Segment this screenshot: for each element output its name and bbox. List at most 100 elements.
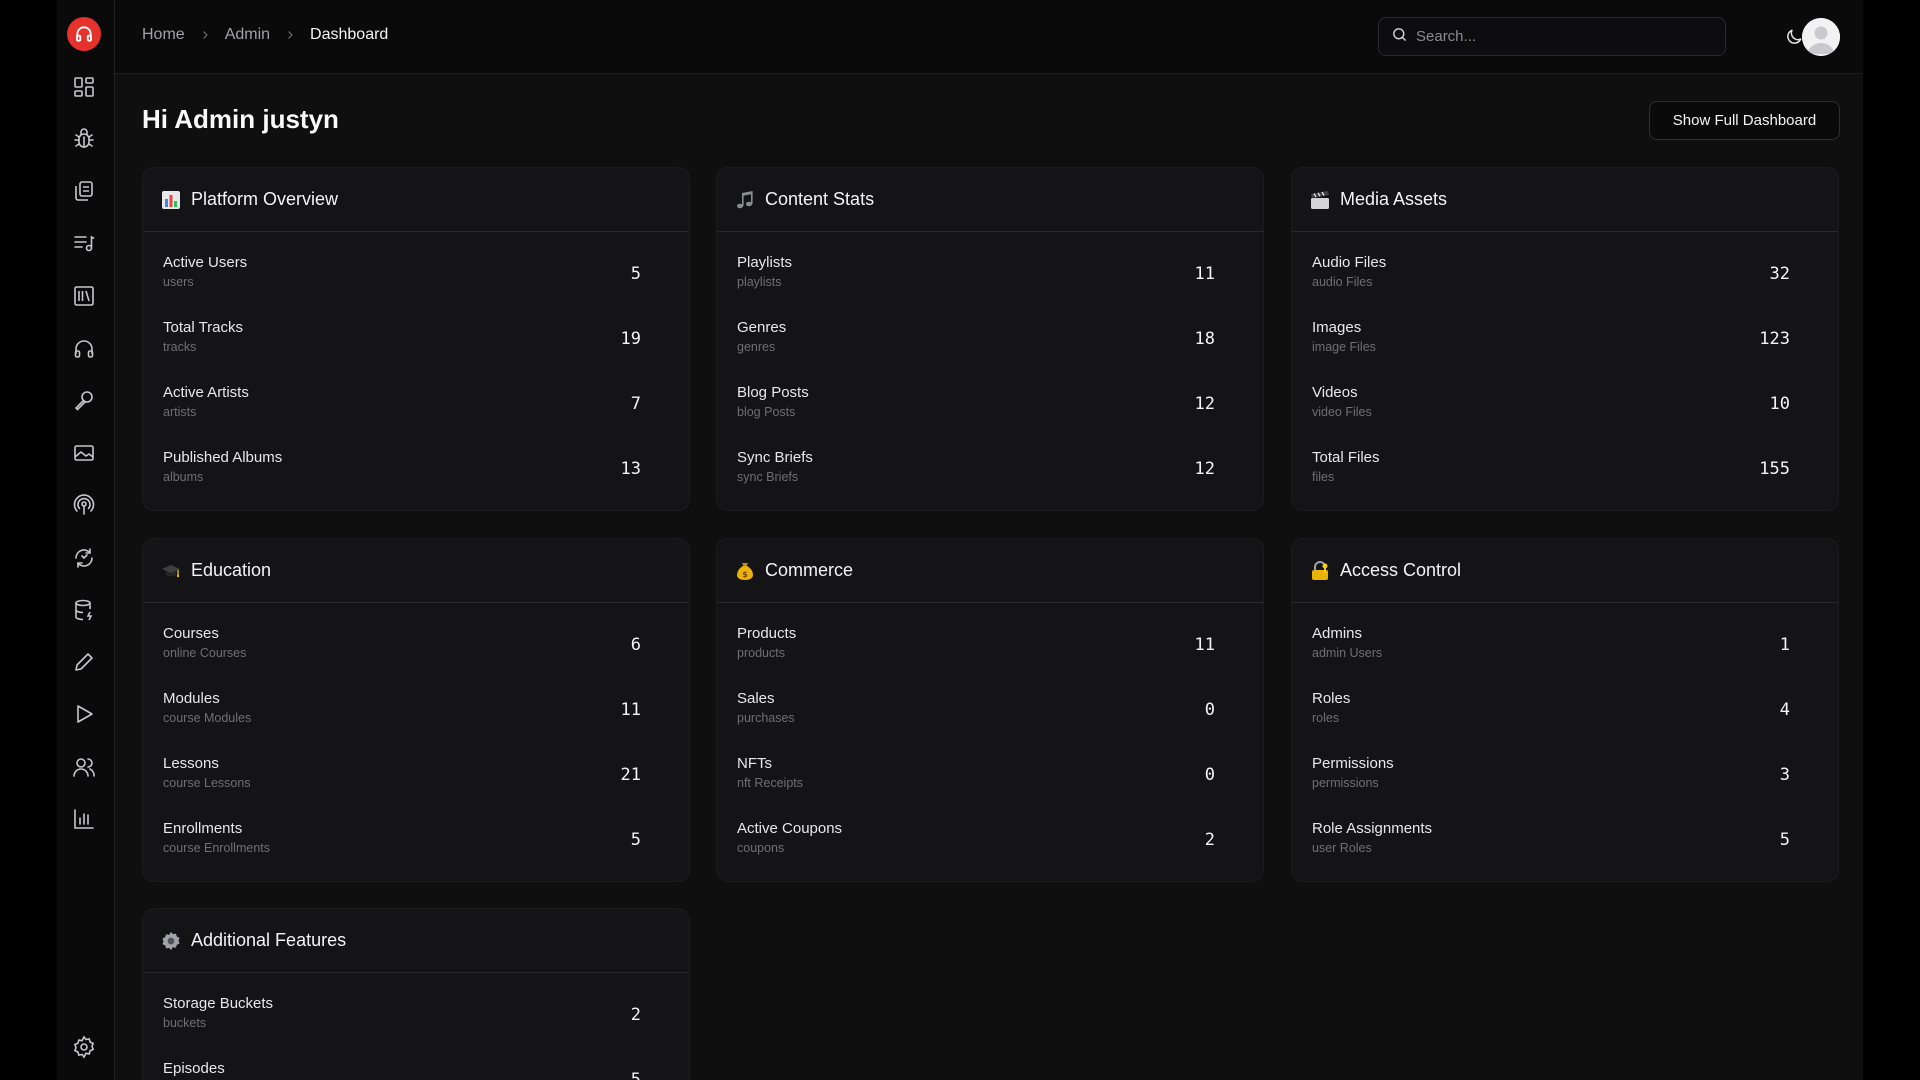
- stat-sublabel: products: [737, 646, 785, 660]
- music-note-icon: [734, 189, 756, 211]
- stat-label: Active Artists: [163, 384, 249, 401]
- chevron-right-icon: [199, 29, 211, 41]
- stat-row: Courses online Courses 6: [143, 604, 689, 669]
- library-icon[interactable]: [69, 281, 99, 311]
- stat-label: NFTs: [737, 755, 772, 772]
- stat-row: Blog Posts blog Posts 12: [717, 363, 1263, 428]
- chevron-right-icon: [284, 29, 296, 41]
- stat-row: Published Albums albums 13: [143, 428, 689, 493]
- card-title: Additional Features: [191, 930, 347, 950]
- stat-label: Courses: [163, 625, 219, 642]
- stat-label: Images: [1312, 319, 1362, 336]
- card-title: Commerce: [765, 560, 854, 580]
- stat-label: Total Tracks: [163, 319, 244, 336]
- search-icon: [1391, 26, 1408, 48]
- stat-value: 21: [620, 765, 641, 785]
- microphone-icon[interactable]: [69, 386, 99, 416]
- graduation-cap-icon: [160, 560, 182, 582]
- play-icon[interactable]: [69, 699, 99, 729]
- stat-row: Images image Files 123: [1292, 298, 1838, 363]
- stat-row: Permissions permissions 3: [1292, 734, 1838, 799]
- stat-sublabel: genres: [737, 340, 776, 354]
- headphones-logo-icon[interactable]: [67, 17, 101, 51]
- stat-sublabel: coupons: [737, 841, 785, 855]
- stat-value: 5: [630, 1070, 641, 1080]
- stat-row: Products products 11: [717, 604, 1263, 669]
- chart-icon[interactable]: [69, 804, 99, 834]
- dashboard-icon[interactable]: [69, 72, 99, 102]
- stat-row: Sales purchases 0: [717, 669, 1263, 734]
- stat-label: Admins: [1312, 625, 1363, 642]
- copy-icon[interactable]: [69, 176, 99, 206]
- settings-icon[interactable]: [69, 1032, 99, 1062]
- card-title: Platform Overview: [191, 189, 339, 209]
- users-icon[interactable]: [69, 752, 99, 782]
- stat-row: Lessons course Lessons 21: [143, 734, 689, 799]
- stat-value: 155: [1759, 459, 1790, 479]
- stat-label: Total Files: [1312, 449, 1380, 466]
- stat-label: Enrollments: [163, 820, 243, 837]
- pencil-icon[interactable]: [69, 647, 99, 677]
- stat-value: 0: [1204, 765, 1215, 785]
- card-header: Platform Overview: [143, 168, 689, 232]
- card-title: Education: [191, 560, 272, 580]
- commerce-card: $ Commerce Products products 11 Sales purch…: [716, 538, 1264, 882]
- stat-label: Storage Buckets: [163, 995, 274, 1012]
- stat-sublabel: roles: [1312, 711, 1340, 725]
- stat-sublabel: tracks: [163, 340, 197, 354]
- stat-sublabel: online Courses: [163, 646, 247, 660]
- stat-row: Active Users users 5: [143, 233, 689, 298]
- main-content: Home Admin Dashboard Hi Admin justyn Sho…: [115, 0, 1863, 1080]
- stat-value: 4: [1779, 700, 1790, 720]
- stat-value: 123: [1759, 329, 1790, 349]
- image-icon[interactable]: [69, 438, 99, 468]
- stat-sublabel: user Roles: [1312, 841, 1372, 855]
- card-header: Access Control: [1292, 539, 1838, 603]
- stat-label: Videos: [1312, 384, 1358, 401]
- stat-sublabel: admin Users: [1312, 646, 1383, 660]
- headphones-icon[interactable]: [69, 334, 99, 364]
- stat-row: Admins admin Users 1: [1292, 604, 1838, 669]
- stat-label: Published Albums: [163, 449, 283, 466]
- breadcrumb-admin[interactable]: Admin: [225, 26, 270, 44]
- stat-row: Modules course Modules 11: [143, 669, 689, 734]
- avatar[interactable]: [1802, 18, 1840, 56]
- stat-value: 11: [620, 700, 641, 720]
- stat-sublabel: course Lessons: [163, 776, 251, 790]
- stat-sublabel: image Files: [1312, 340, 1376, 354]
- education-card: Education Courses online Courses 6 Modules…: [142, 538, 690, 882]
- stat-label: Blog Posts: [737, 384, 809, 401]
- stat-value: 1: [1779, 635, 1790, 655]
- stat-sublabel: blog Posts: [737, 405, 796, 419]
- search-input[interactable]: [1416, 28, 1706, 45]
- database-icon[interactable]: [69, 595, 99, 625]
- stat-sublabel: playlists: [737, 275, 782, 289]
- stat-label: Playlists: [737, 254, 793, 271]
- stat-value: 5: [630, 830, 641, 850]
- bug-icon[interactable]: [69, 124, 99, 154]
- breadcrumb-home[interactable]: Home: [142, 26, 185, 44]
- search-box[interactable]: [1378, 17, 1726, 56]
- stat-value: 10: [1769, 394, 1790, 414]
- stat-label: Audio Files: [1312, 254, 1387, 271]
- stat-sublabel: video Files: [1312, 405, 1372, 419]
- stat-value: 0: [1204, 700, 1215, 720]
- stat-value: 2: [1204, 830, 1215, 850]
- page-title: Hi Admin justyn: [142, 104, 339, 134]
- app-window: Home Admin Dashboard Hi Admin justyn Sho…: [57, 0, 1863, 1080]
- stat-value: 5: [630, 264, 641, 284]
- bar-chart-icon: [160, 189, 182, 211]
- stat-row: Total Files files 155: [1292, 428, 1838, 493]
- show-full-dashboard-button[interactable]: Show Full Dashboard: [1649, 101, 1840, 140]
- stat-row: Roles roles 4: [1292, 669, 1838, 734]
- stat-label: Episodes: [163, 1060, 225, 1077]
- sidebar: [57, 0, 115, 1080]
- media-assets-card: Media Assets Audio Files audio Files 32 Im…: [1291, 167, 1839, 511]
- refresh-icon[interactable]: [69, 543, 99, 573]
- playlist-icon[interactable]: [69, 228, 99, 258]
- stat-sublabel: files: [1312, 470, 1335, 484]
- card-title: Access Control: [1340, 560, 1462, 580]
- stat-label: Role Assignments: [1312, 820, 1433, 837]
- stat-value: 12: [1194, 394, 1215, 414]
- podcast-icon[interactable]: [69, 490, 99, 520]
